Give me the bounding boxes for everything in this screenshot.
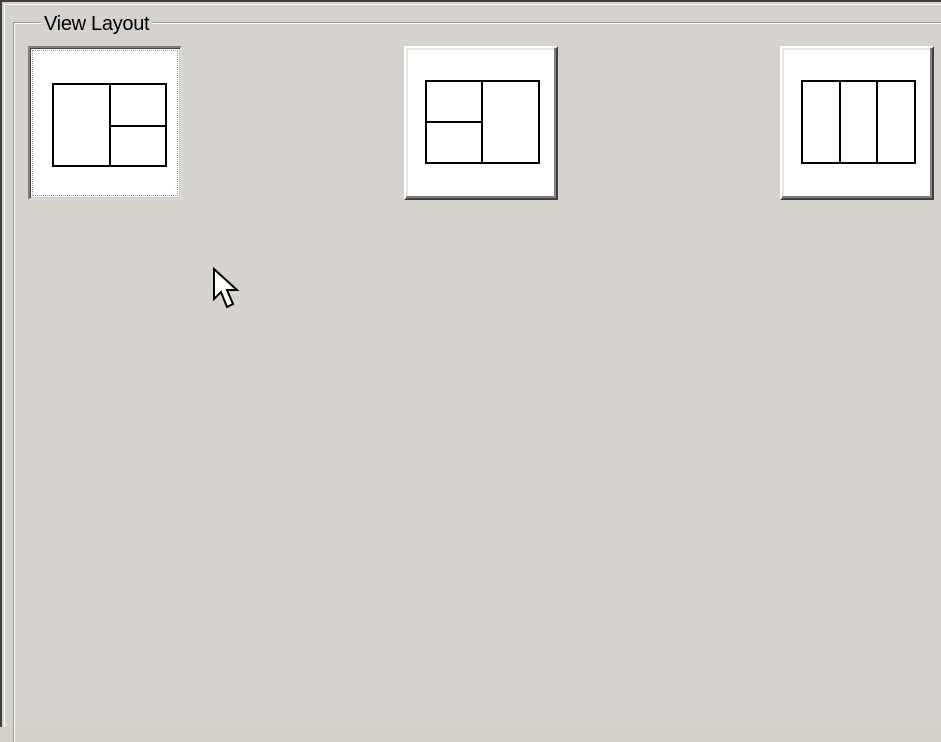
- group-title: View Layout: [41, 13, 153, 35]
- layout-2x1-left-split-icon: [425, 80, 540, 164]
- layout-option-left-single-right-split-button[interactable]: [28, 46, 182, 200]
- layout-option-three-columns-button[interactable]: [780, 46, 934, 200]
- layout-2x1-right-split-icon: [52, 83, 167, 167]
- layout-3-columns-icon: [801, 80, 916, 164]
- layout-option-left-split-right-single-button[interactable]: [404, 46, 558, 200]
- mouse-pointer-icon: [213, 267, 240, 309]
- view-layout-panel: View Layout: [0, 0, 941, 742]
